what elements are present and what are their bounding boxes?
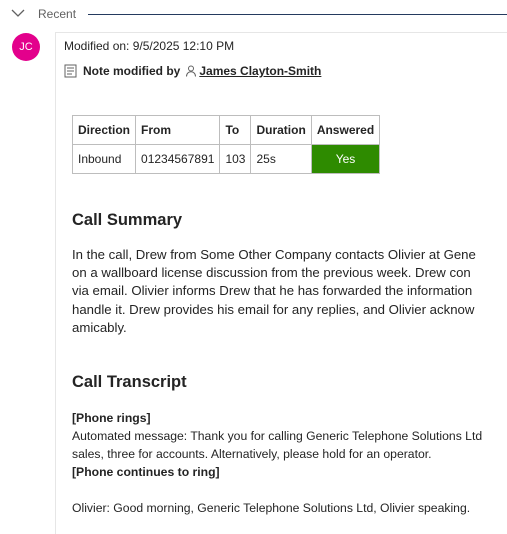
summary-line: on a wallboard license discussion from t… bbox=[72, 265, 471, 281]
transcript-automated-line: sales, three for accounts. Alternatively… bbox=[72, 447, 432, 462]
avatar: JC bbox=[12, 33, 40, 61]
section-title: Recent bbox=[38, 7, 77, 21]
transcript-body: [Phone rings] Automated message: Thank y… bbox=[72, 409, 507, 517]
note-body: Call Summary In the call, Drew from Some… bbox=[72, 211, 507, 517]
header-to: To bbox=[219, 115, 252, 145]
transcript-automated-line: Automated message: Thank you for calling… bbox=[72, 429, 483, 444]
note-card: Modified on: 9/5/2025 12:10 PM Note modi… bbox=[55, 32, 507, 534]
header-duration: Duration bbox=[250, 115, 312, 145]
call-details-table: Direction From To Duration Answered Inbo… bbox=[71, 115, 381, 174]
summary-line: handle it. Drew provides his email for a… bbox=[72, 301, 475, 317]
summary-heading: Call Summary bbox=[72, 211, 183, 229]
section-divider bbox=[88, 14, 507, 15]
summary-line: via email. Olivier informs Drew that he … bbox=[72, 283, 473, 299]
header-direction: Direction bbox=[71, 115, 137, 145]
cell-from: 01234567891 bbox=[135, 144, 221, 174]
note-icon bbox=[64, 64, 77, 78]
summary-paragraph: In the call, Drew from Some Other Compan… bbox=[72, 246, 507, 337]
author-link[interactable]: James Clayton-Smith bbox=[199, 64, 321, 78]
table-row: Inbound 01234567891 103 25s Yes bbox=[71, 144, 381, 174]
transcript-heading: Call Transcript bbox=[72, 373, 187, 392]
note-modified-row: Note modified by James Clayton-Smith bbox=[64, 64, 321, 78]
cell-direction: Inbound bbox=[71, 144, 137, 174]
cell-answered: Yes bbox=[310, 144, 381, 174]
transcript-continues-ring: [Phone continues to ring] bbox=[72, 465, 220, 480]
modified-on-text: Modified on: 9/5/2025 12:10 PM bbox=[64, 39, 235, 53]
header-from: From bbox=[135, 115, 221, 145]
transcript-phone-rings: [Phone rings] bbox=[72, 411, 151, 426]
note-modified-label: Note modified by bbox=[83, 64, 181, 78]
transcript-olivier-line: Olivier: Good morning, Generic Telephone… bbox=[72, 501, 471, 516]
chevron-down-icon[interactable] bbox=[10, 6, 26, 20]
summary-line: amicably. bbox=[72, 319, 127, 335]
cell-duration: 25s bbox=[250, 144, 312, 174]
cell-to: 103 bbox=[219, 144, 252, 174]
transcript-gap bbox=[72, 481, 507, 499]
summary-line: In the call, Drew from Some Other Compan… bbox=[72, 247, 476, 262]
recent-section-header: Recent bbox=[0, 0, 507, 30]
table-header-row: Direction From To Duration Answered bbox=[71, 115, 381, 145]
header-answered: Answered bbox=[310, 115, 381, 145]
person-icon bbox=[186, 65, 197, 77]
